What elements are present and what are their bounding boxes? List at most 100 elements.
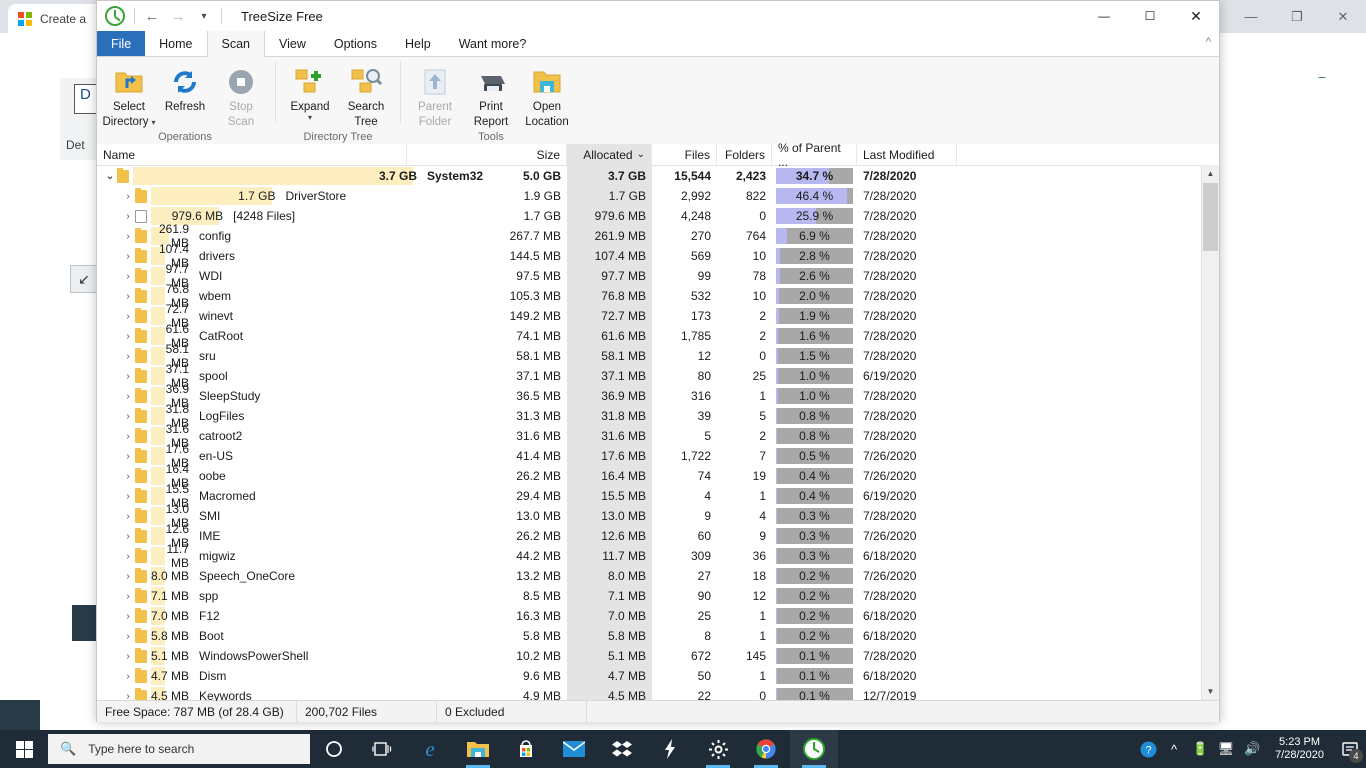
expand-twisty-icon[interactable]: ›	[121, 271, 135, 282]
network-icon[interactable]: 🖥	[1213, 730, 1239, 768]
table-row[interactable]: › 7.0 MB F12 16.3 MB 7.0 MB 25 1 0.2 % 6/18/2020	[97, 606, 1219, 626]
forward-icon[interactable]: →	[170, 8, 186, 25]
column-header-name[interactable]: Name	[97, 144, 407, 165]
table-row[interactable]: › 261.9 MB config 267.7 MB 261.9 MB 270 764 6.9…	[97, 222, 1219, 250]
battery-icon[interactable]: 🔋	[1187, 730, 1213, 768]
expand-twisty-icon[interactable]: ›	[121, 551, 135, 562]
expand-twisty-icon[interactable]: ›	[121, 371, 135, 382]
table-row[interactable]: › 17.6 MB en-US 41.4 MB 17.6 MB 1,722 7 0.5 % 7/…	[97, 442, 1219, 470]
table-row[interactable]: › 13.0 MB SMI 13.0 MB 13.0 MB 9 4 0.3 % 7/28/202…	[97, 502, 1219, 530]
table-row[interactable]: › 11.7 MB migwiz 44.2 MB 11.7 MB 309 36 0.3 % 6/…	[97, 542, 1219, 570]
show-hidden-icons-chevron[interactable]: ^	[1161, 730, 1187, 768]
table-row[interactable]: › 36.9 MB SleepStudy 36.5 MB 36.9 MB 316 1 1.0 …	[97, 382, 1219, 410]
table-row[interactable]: › 5.8 MB Boot 5.8 MB 5.8 MB 8 1 0.2 % 6/18/2020	[97, 626, 1219, 646]
back-icon[interactable]: ←	[144, 8, 160, 25]
treesize-icon[interactable]	[790, 730, 838, 768]
expand-twisty-icon[interactable]: ›	[121, 671, 135, 682]
tab-file[interactable]: File	[97, 31, 146, 56]
close-button[interactable]: ✕	[1173, 1, 1219, 31]
taskbar-clock[interactable]: 5:23 PM 7/28/2020	[1265, 736, 1334, 762]
expand-twisty-icon[interactable]: ›	[121, 511, 135, 522]
expand-twisty-icon[interactable]: ›	[121, 431, 135, 442]
customize-dropdown-icon[interactable]: ▾	[196, 11, 212, 22]
column-header-files[interactable]: Files	[652, 144, 717, 165]
expand-twisty-icon[interactable]: ›	[121, 631, 135, 642]
tab-help[interactable]: Help	[391, 31, 445, 56]
column-header-folders[interactable]: Folders	[717, 144, 772, 165]
select-directory-button[interactable]: Select Directory ▾	[101, 61, 157, 129]
collapse-ribbon-icon[interactable]: ^	[1206, 36, 1211, 48]
tab-want-more[interactable]: Want more?	[445, 31, 541, 56]
collapse-twisty-icon[interactable]: ⌄	[103, 171, 117, 182]
expand-twisty-icon[interactable]: ›	[121, 471, 135, 482]
expand-twisty-icon[interactable]: ›	[121, 251, 135, 262]
table-row[interactable]: › 7.1 MB spp 8.5 MB 7.1 MB 90 12 0.2 % 7/28/2020	[97, 586, 1219, 606]
table-row[interactable]: › 31.8 MB LogFiles 31.3 MB 31.8 MB 39 5 0.8 % 7/…	[97, 402, 1219, 430]
table-row[interactable]: › 31.6 MB catroot2 31.6 MB 31.6 MB 5 2 0.8 % 7/2…	[97, 422, 1219, 450]
expand-twisty-icon[interactable]: ›	[121, 451, 135, 462]
windows-start-icon[interactable]	[0, 730, 48, 768]
vertical-scroll-thumb[interactable]	[1203, 183, 1218, 251]
table-row[interactable]: › 76.8 MB wbem 105.3 MB 76.8 MB 532 10 2.0 % 7/2…	[97, 282, 1219, 310]
dropbox-icon[interactable]	[598, 730, 646, 768]
file-explorer-icon[interactable]	[454, 730, 502, 768]
column-header-size[interactable]: Size	[407, 144, 567, 165]
table-row[interactable]: › 1.7 GB DriverStore 1.9 GB 1.7 GB 2,992 822 46…	[97, 186, 1219, 206]
open-location-button[interactable]: Open Location	[519, 61, 575, 129]
expand-twisty-icon[interactable]: ›	[121, 291, 135, 302]
microsoft-store-icon[interactable]	[502, 730, 550, 768]
settings-gear-icon[interactable]	[694, 730, 742, 768]
search-tree-button[interactable]: Search Tree	[338, 61, 394, 129]
refresh-button[interactable]: Refresh	[157, 61, 213, 114]
tab-view[interactable]: View	[265, 31, 320, 56]
collapse-arrow-icon[interactable]: ↙	[70, 265, 98, 293]
mail-icon[interactable]	[550, 730, 598, 768]
expand-twisty-icon[interactable]: ›	[121, 231, 135, 242]
expand-twisty-icon[interactable]: ›	[121, 571, 135, 582]
table-row[interactable]: › 5.1 MB WindowsPowerShell 10.2 MB 5.1 MB 672…	[97, 646, 1219, 666]
table-row[interactable]: › 37.1 MB spool 37.1 MB 37.1 MB 80 25 1.0 % 6/19…	[97, 362, 1219, 390]
expand-twisty-icon[interactable]: ›	[121, 211, 135, 222]
expand-twisty-icon[interactable]: ›	[121, 411, 135, 422]
table-row[interactable]: › 16.4 MB oobe 26.2 MB 16.4 MB 74 19 0.4 % 7/26/…	[97, 462, 1219, 490]
column-header-allocated[interactable]: Allocated ⌄	[567, 144, 652, 165]
column-header-modified[interactable]: Last Modified	[857, 144, 957, 165]
table-row[interactable]: › 58.1 MB sru 58.1 MB 58.1 MB 12 0 1.5 % 7/28/20…	[97, 342, 1219, 370]
minimize-button[interactable]: —	[1081, 1, 1127, 31]
browser-close-button[interactable]: ✕	[1320, 0, 1366, 33]
table-row[interactable]: › 61.6 MB CatRoot 74.1 MB 61.6 MB 1,785 2 1.6 %…	[97, 322, 1219, 350]
table-row[interactable]: › 4.5 MB Keywords 4.9 MB 4.5 MB 22 0 0.1 % 12/7/…	[97, 686, 1219, 701]
expand-caret-icon[interactable]: ▾	[308, 114, 312, 122]
expand-twisty-icon[interactable]: ›	[121, 611, 135, 622]
table-row[interactable]: › 97.7 MB WDI 97.5 MB 97.7 MB 99 78 2.6 % 7/28/2…	[97, 262, 1219, 290]
action-center-icon[interactable]: 4	[1334, 730, 1366, 768]
chrome-icon[interactable]	[742, 730, 790, 768]
table-row[interactable]: › 72.7 MB winevt 149.2 MB 72.7 MB 173 2 1.9 % 7/…	[97, 302, 1219, 330]
table-row[interactable]: › 15.5 MB Macromed 29.4 MB 15.5 MB 4 1 0.4 % 6/1…	[97, 482, 1219, 510]
tab-home[interactable]: Home	[145, 31, 206, 56]
help-question-icon[interactable]: ?	[1135, 730, 1161, 768]
browser-minimize-button[interactable]: —	[1228, 0, 1274, 33]
expand-twisty-icon[interactable]: ›	[121, 531, 135, 542]
table-row[interactable]: ⌄ 3.7 GB System32 5.0 GB 3.7 GB 15,544 2,423 34…	[97, 166, 1219, 186]
expand-twisty-icon[interactable]: ›	[121, 331, 135, 342]
tab-scan[interactable]: Scan	[206, 31, 265, 57]
expand-button[interactable]: Expand ▾	[282, 61, 338, 122]
column-header-percent[interactable]: % of Parent ...	[772, 141, 857, 169]
edge-icon[interactable]: e	[406, 730, 454, 768]
table-row[interactable]: › 12.6 MB IME 26.2 MB 12.6 MB 60 9 0.3 % 7/26/20…	[97, 522, 1219, 550]
expand-twisty-icon[interactable]: ›	[121, 351, 135, 362]
stop-scan-button[interactable]: Stop Scan	[213, 61, 269, 129]
cortana-icon[interactable]	[310, 730, 358, 768]
scroll-down-arrow-icon[interactable]: ▼	[1202, 683, 1219, 700]
expand-twisty-icon[interactable]: ›	[121, 591, 135, 602]
print-report-button[interactable]: Print Report	[463, 61, 519, 129]
tab-options[interactable]: Options	[320, 31, 391, 56]
expand-twisty-icon[interactable]: ›	[121, 311, 135, 322]
browser-restore-button[interactable]: ❐	[1274, 0, 1320, 33]
task-view-icon[interactable]	[358, 730, 406, 768]
table-row[interactable]: › 4.7 MB Dism 9.6 MB 4.7 MB 50 1 0.1 % 6/18/2020	[97, 666, 1219, 686]
table-row[interactable]: › 107.4 MB drivers 144.5 MB 107.4 MB 569 10 2.8…	[97, 242, 1219, 270]
table-row[interactable]: › 8.0 MB Speech_OneCore 13.2 MB 8.0 MB 27 18 0.…	[97, 566, 1219, 586]
parent-folder-button[interactable]: Parent Folder	[407, 61, 463, 129]
